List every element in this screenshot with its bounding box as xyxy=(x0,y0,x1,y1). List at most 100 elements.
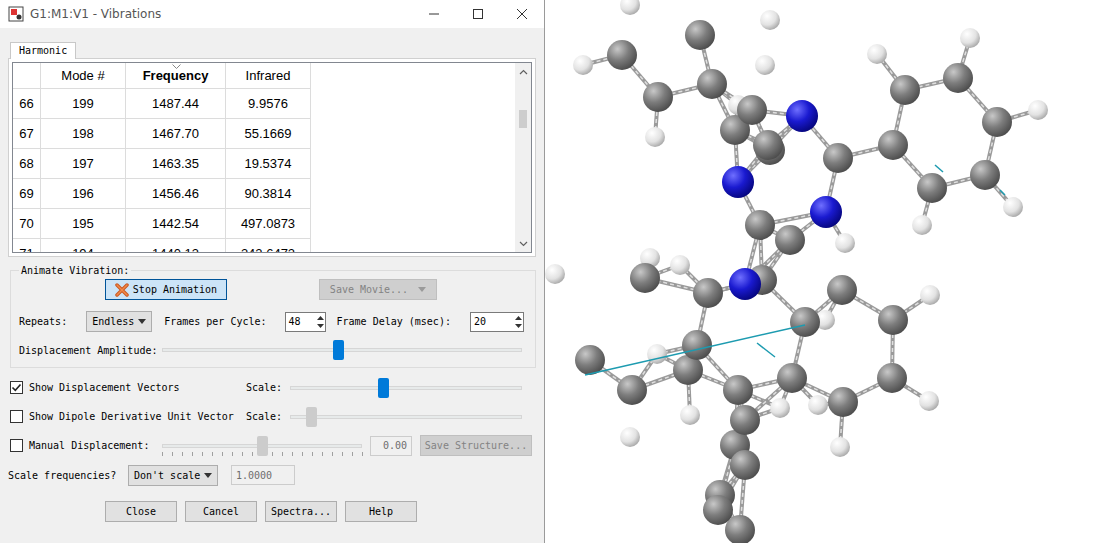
molecule-viewer[interactable] xyxy=(545,0,1112,543)
scroll-down-button[interactable] xyxy=(515,235,531,252)
slider-thumb[interactable] xyxy=(306,407,317,427)
slider-thumb[interactable] xyxy=(378,378,389,398)
animate-group: Animate Vibration: Stop Animation Save M… xyxy=(10,265,536,368)
dialog-button[interactable]: Spectra... xyxy=(265,501,337,522)
frequency-cell: 1487.44 xyxy=(126,89,226,119)
option-checkbox[interactable]: Manual Displacement: xyxy=(8,439,162,452)
scroll-up-button[interactable] xyxy=(515,63,531,80)
mode-cell: 196 xyxy=(41,179,126,209)
dropdown-arrow-icon xyxy=(138,319,146,324)
scale-label: Scale: xyxy=(246,382,290,393)
scrollbar[interactable] xyxy=(515,63,531,252)
vibrations-dialog: G1:M1:V1 - Vibrations Harmonic Mode # Fr… xyxy=(0,0,545,543)
minimize-button[interactable] xyxy=(412,0,456,28)
check-icon xyxy=(11,382,22,393)
table-row[interactable]: 70 195 1442.54 497.0873 xyxy=(13,209,515,239)
group-label: Animate Vibration: xyxy=(19,265,131,276)
app-icon xyxy=(8,6,24,22)
option-label: Show Displacement Vectors xyxy=(29,382,180,393)
column-header[interactable]: Mode # xyxy=(41,63,126,89)
delay-label: Frame Delay (msec): xyxy=(337,316,451,327)
stop-animation-button[interactable]: Stop Animation xyxy=(105,279,227,300)
row-number: 70 xyxy=(13,209,41,239)
maximize-button[interactable] xyxy=(456,0,500,28)
dialog-button[interactable]: Help xyxy=(345,501,417,522)
scale-frequencies-row: Scale frequencies? Don't scale 1.0000 xyxy=(8,460,536,490)
frames-spinbox[interactable]: 48 xyxy=(285,312,326,332)
spin-up-icon[interactable] xyxy=(316,314,325,322)
tab-panel: Mode # Frequency Infrared 66 199 1487.44… xyxy=(8,58,536,257)
modes-table: Mode # Frequency Infrared 66 199 1487.44… xyxy=(12,62,532,253)
sort-arrow-icon xyxy=(172,64,181,69)
frames-label: Frames per Cycle: xyxy=(164,316,266,327)
dropdown-arrow-icon xyxy=(204,473,212,478)
scale-factor-field[interactable]: 1.0000 xyxy=(231,465,295,485)
spin-down-icon[interactable] xyxy=(316,322,325,330)
screen: G1:M1:V1 - Vibrations Harmonic Mode # Fr… xyxy=(0,0,1112,543)
infrared-cell: 19.5374 xyxy=(226,149,311,179)
table-row[interactable]: 69 196 1456.46 90.3814 xyxy=(13,179,515,209)
scale-slider[interactable] xyxy=(290,377,522,399)
close-window-button[interactable] xyxy=(500,0,544,28)
table-row[interactable]: 71 194 1440.13 342.6472 xyxy=(13,239,515,252)
frequency-cell: 1440.13 xyxy=(126,239,226,252)
slider-thumb[interactable] xyxy=(333,340,344,360)
slider-thumb[interactable] xyxy=(257,436,268,456)
amplitude-slider[interactable] xyxy=(162,339,522,361)
frequency-cell: 1442.54 xyxy=(126,209,226,239)
option-label: Show Dipole Derivative Unit Vector xyxy=(29,411,234,422)
infrared-cell: 90.3814 xyxy=(226,179,311,209)
table-row[interactable]: 66 199 1487.44 9.9576 xyxy=(13,89,515,119)
infrared-cell: 9.9576 xyxy=(226,89,311,119)
stop-x-icon xyxy=(115,283,129,297)
scale-label: Scale: xyxy=(246,411,290,422)
window-title: G1:M1:V1 - Vibrations xyxy=(30,7,412,21)
option-checkbox[interactable]: Show Displacement Vectors xyxy=(8,381,246,394)
repeats-dropdown[interactable]: Endless xyxy=(86,311,152,332)
option-row: Show Displacement Vectors Scale: xyxy=(8,373,536,402)
minimize-icon xyxy=(428,8,440,20)
tab-bar: Harmonic xyxy=(8,41,536,58)
scale-slider[interactable] xyxy=(290,406,522,428)
molecule-icon xyxy=(545,0,1112,543)
infrared-cell: 342.6472 xyxy=(226,239,311,252)
amplitude-label: Displacement Amplitude: xyxy=(19,345,162,356)
mode-cell: 199 xyxy=(41,89,126,119)
option-checkbox[interactable]: Show Dipole Derivative Unit Vector xyxy=(8,410,246,423)
title-bar: G1:M1:V1 - Vibrations xyxy=(0,0,544,28)
mode-cell: 194 xyxy=(41,239,126,252)
infrared-cell: 497.0873 xyxy=(226,209,311,239)
button-row: Close Cancel Spectra... Help xyxy=(8,501,536,522)
save-structure-button[interactable]: Save Structure... xyxy=(420,435,532,456)
frequency-cell: 1467.70 xyxy=(126,119,226,149)
scale-frequencies-dropdown[interactable]: Don't scale xyxy=(128,465,218,486)
close-icon xyxy=(516,8,528,20)
tab[interactable]: Harmonic xyxy=(10,42,76,59)
spin-up-icon[interactable] xyxy=(514,314,523,322)
column-header[interactable]: Frequency xyxy=(126,63,226,89)
infrared-cell: 55.1669 xyxy=(226,119,311,149)
option-row: Show Dipole Derivative Unit Vector Scale… xyxy=(8,402,536,431)
mode-cell: 197 xyxy=(41,149,126,179)
dialog-button[interactable]: Close xyxy=(105,501,177,522)
row-number: 67 xyxy=(13,119,41,149)
dropdown-arrow-icon xyxy=(418,287,426,292)
manual-slider[interactable] xyxy=(162,435,362,457)
scroll-thumb[interactable] xyxy=(519,110,527,128)
mode-cell: 198 xyxy=(41,119,126,149)
option-row: Manual Displacement: 0.00 Save Structure… xyxy=(8,431,536,460)
repeats-label: Repeats: xyxy=(19,316,67,327)
row-number: 68 xyxy=(13,149,41,179)
mode-cell: 195 xyxy=(41,209,126,239)
manual-value-field[interactable]: 0.00 xyxy=(370,436,412,456)
table-row[interactable]: 67 198 1467.70 55.1669 xyxy=(13,119,515,149)
option-label: Manual Displacement: xyxy=(29,440,149,451)
row-number: 71 xyxy=(13,239,41,252)
spin-down-icon[interactable] xyxy=(514,322,523,330)
save-movie-button[interactable]: Save Movie... xyxy=(319,279,437,300)
delay-spinbox[interactable]: 20 xyxy=(470,312,524,332)
table-row[interactable]: 68 197 1463.35 19.5374 xyxy=(13,149,515,179)
dialog-button[interactable]: Cancel xyxy=(185,501,257,522)
frequency-cell: 1463.35 xyxy=(126,149,226,179)
column-header[interactable]: Infrared xyxy=(226,63,311,89)
